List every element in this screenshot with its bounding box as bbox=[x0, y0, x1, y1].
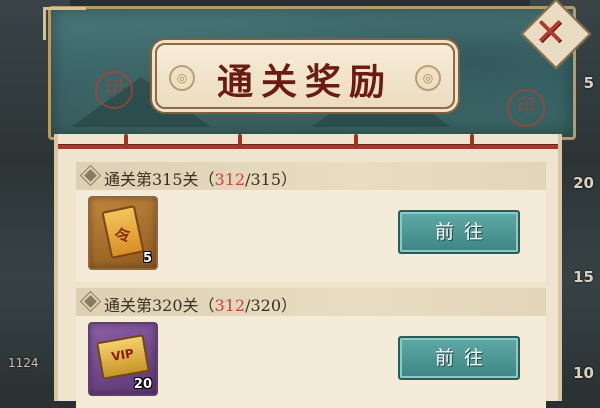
reward-header: 通关第315关（312/315） bbox=[76, 162, 546, 191]
rail-hook bbox=[470, 134, 474, 148]
progress-total: /315） bbox=[245, 170, 298, 189]
reward-content: 令 5 前往 bbox=[76, 190, 546, 282]
background-number-left: 1124 bbox=[8, 356, 39, 370]
rail-hook bbox=[124, 134, 128, 148]
hanging-rail bbox=[58, 144, 558, 149]
close-icon[interactable]: ✕ bbox=[529, 9, 571, 55]
dialog-header: 印 印 ◎ 通关奖励 ◎ ✕ bbox=[43, 0, 592, 140]
background-number: 20 bbox=[573, 174, 594, 192]
coin-ornament-icon: ◎ bbox=[415, 65, 441, 91]
reward-item[interactable]: VIP 20 bbox=[88, 322, 158, 396]
reward-condition-text: 通关第315关（ bbox=[104, 170, 215, 189]
dialog-title: 通关奖励 bbox=[216, 61, 393, 103]
rail-hook bbox=[238, 134, 242, 148]
reward-condition-text: 通关第320关（ bbox=[104, 296, 215, 315]
clear-rewards-dialog: 印 印 ◎ 通关奖励 ◎ ✕ 通关第315关（312/315） 令 5 前往 通… bbox=[43, 0, 592, 408]
vip-card-icon: VIP bbox=[96, 334, 150, 380]
seal-stamp-icon: 印 bbox=[95, 71, 133, 109]
progress-current: 312 bbox=[214, 170, 246, 189]
dialog-body: 通关第315关（312/315） 令 5 前往 通关第320关（312/320）… bbox=[54, 134, 562, 408]
title-plaque: ◎ 通关奖励 ◎ bbox=[155, 43, 455, 109]
item-count: 5 bbox=[142, 251, 152, 266]
diamond-bullet-icon bbox=[84, 169, 97, 182]
reward-item[interactable]: 令 5 bbox=[88, 196, 158, 270]
background-number: 5 bbox=[583, 74, 594, 92]
rail-hook bbox=[354, 134, 358, 148]
reward-content: VIP 20 前往 bbox=[76, 316, 546, 408]
go-button[interactable]: 前往 bbox=[398, 210, 520, 254]
progress-current: 312 bbox=[214, 296, 246, 315]
reward-condition: 通关第320关（312/320） bbox=[104, 292, 297, 316]
background-number: 10 bbox=[573, 364, 594, 382]
seal-stamp-icon: 印 bbox=[507, 89, 545, 127]
reward-entry: 通关第315关（312/315） 令 5 前往 bbox=[76, 162, 546, 282]
war-token-icon: 令 bbox=[101, 204, 145, 260]
reward-header: 通关第320关（312/320） bbox=[76, 288, 546, 317]
diamond-bullet-icon bbox=[84, 295, 97, 308]
reward-entry: 通关第320关（312/320） VIP 20 前往 bbox=[76, 288, 546, 408]
reward-condition: 通关第315关（312/315） bbox=[104, 166, 297, 190]
go-button[interactable]: 前往 bbox=[398, 336, 520, 380]
progress-total: /320） bbox=[245, 296, 298, 315]
background-number: 15 bbox=[573, 268, 594, 286]
item-count: 20 bbox=[133, 377, 152, 392]
